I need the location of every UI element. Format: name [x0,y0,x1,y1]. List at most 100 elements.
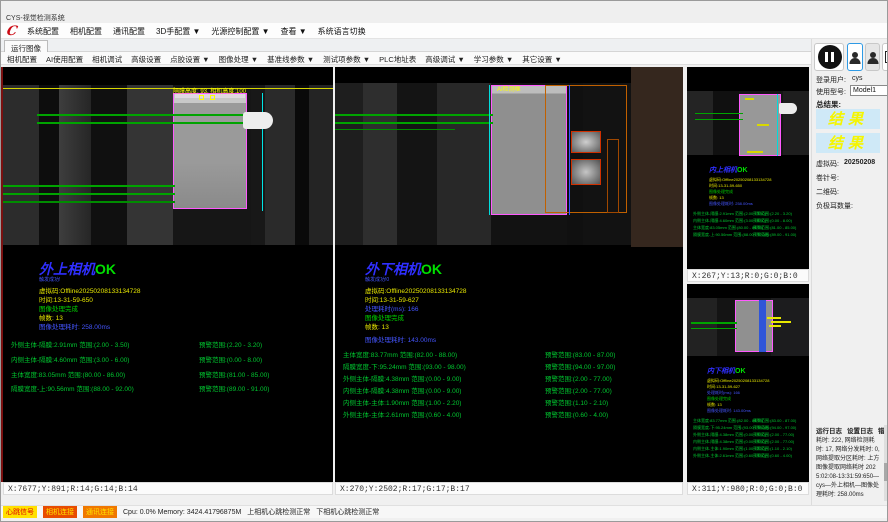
tab-run-log[interactable]: 运行日志 [816,425,842,435]
negative-tab-count-label: 负极耳数量: [816,201,853,211]
measure-line-green [37,122,267,124]
marker-dash-yellow [771,321,791,323]
tool-image-processing[interactable]: 图像处理 ▼ [219,54,259,65]
measure-warn-range: 预警范围:(89.00 - 91.00) [753,232,796,238]
log-output: 耗时: 222, 网络检测耗时: 17, 网络分发耗时: 0, 网络提取分区耗时… [816,437,880,500]
clamp-arm [243,112,273,129]
measure-value: 隔膜宽度-下:95.24mm 范围:(93.00 - 98.00) [343,361,466,371]
measure-warn-range: 预警范围:(2.20 - 3.20) [753,211,792,217]
trigger-status: 触发成功!0 [365,276,389,283]
tool-advanced-settings[interactable]: 高级设置 [131,54,161,65]
measure-value: 内侧主体-隔膜:4.38mm 范围:(0.00 - 9.00) [343,385,461,395]
log-scrollbar[interactable] [884,425,887,501]
machinery-column [335,83,363,245]
pixel-coords-bar: X:267;Y:13;R:0;G:0;B:0 [687,269,809,282]
pixel-coords-bar: X:7677;Y:891;R:14;G:14;B:14 [3,482,333,495]
measure-warn-range: 预警范围:(1.10 - 2.10) [753,446,792,452]
measure-warn-range: 预警范围:(0.60 - 4.00) [753,453,792,459]
machinery-column [3,85,39,245]
measure-warn-range: 预警范围:(2.20 - 3.20) [199,339,262,349]
measure-line-green [3,201,175,203]
measure-value: 外侧主体-隔膜:2.91mm 范围:(2.00 - 3.50) [11,339,129,349]
camera-name: 内下相机 [707,366,735,375]
exit-button[interactable]: → [882,43,888,71]
model-select[interactable]: Model1 [850,85,888,96]
cell-region [735,300,773,352]
tool-learn-params[interactable]: 学习参数 ▼ [474,54,514,65]
marker-box-yellow [210,95,215,100]
measure-warn-range: 预警范围:(2.00 - 77.00) [753,432,794,438]
machinery-column [127,85,173,245]
login-user-button[interactable] [847,43,863,71]
edge-line-blue [569,85,570,215]
log-tab-strip: 运行日志 设置日志 错误日志 [816,425,888,435]
machinery-column [783,91,809,155]
camera-status-ok: OK [737,167,748,174]
measure-warn-range: 预警范围:(83.00 - 87.00) [545,349,615,359]
tool-test-params[interactable]: 测试项参数 ▼ [323,54,370,65]
machinery-column [437,83,491,245]
camera-view-inner-upper[interactable]: 内上相机OK 虚拟码:Offline20250208133134728 时间:1… [687,67,809,269]
measure-line-green [691,328,737,329]
tool-glue-settings[interactable]: 点胶设置 ▼ [170,54,210,65]
winding-pin-label: 卷针号: [816,173,839,183]
measure-line-green [691,322,737,324]
tool-camera-config[interactable]: 相机配置 [7,54,37,65]
measure-line-green [3,185,175,187]
user-icon [867,52,879,64]
clamp-arm [779,103,797,114]
tool-camera-debug[interactable]: 相机调试 [92,54,122,65]
menu-item-language[interactable]: 系统语言切换 [318,26,366,37]
trigger-status: 触发成功! [39,276,60,283]
reference-line-yellow [3,88,333,89]
measure-value: 隔膜宽度-上:90.56mm 范围:(88.00 - 92.00) [11,383,134,393]
pause-button[interactable] [814,43,844,71]
tab-feature-box [571,159,601,185]
machinery-column [309,85,333,245]
tab-settings-log[interactable]: 设置日志 [847,425,873,435]
model-label: 使用型号: [816,87,846,97]
machinery-column [265,85,295,245]
camera-title: 内上相机OK [709,165,748,175]
menu-item-3d-config[interactable]: 3D手配置 ▼ [156,26,200,37]
tab-run-image[interactable]: 运行图像 [4,40,48,52]
app-logo-icon: C [6,24,23,38]
menu-item-comm-config[interactable]: 通讯配置 [113,26,145,37]
log-scrollbar-thumb[interactable] [884,463,887,481]
measure-warn-range: 预警范围:(0.00 - 8.00) [753,218,792,224]
tool-baseline-params[interactable]: 基准线参数 ▼ [267,54,314,65]
marker-dash-yellow [767,317,781,319]
camera-view-outer-lower[interactable]: AI检测框 外下相机OK 触发成功!0 虚拟码:Offline202502081… [335,67,683,482]
marker-box-yellow [199,95,204,100]
tool-advanced-debug[interactable]: 高级调试 ▼ [425,54,465,65]
heartbeat-badge: 心跳信号 [3,506,37,518]
tool-plc-address[interactable]: PLC地址表 [379,54,416,65]
measure-value: 内侧主体-主体:1.90mm 范围:(1.00 - 2.20) [343,397,461,407]
user-icon [849,52,861,64]
height-annotation: 隔膜高度: 93. 相机高度:100 [173,86,246,95]
tool-bar: 相机配置 AI使用配置 相机调试 高级设置 点胶设置 ▼ 图像处理 ▼ 基准线参… [1,52,888,65]
tool-other-settings[interactable]: 其它设置 ▼ [522,54,562,65]
tool-ai-config[interactable]: AI使用配置 [46,54,83,65]
marker-dash-yellow [745,98,754,100]
edge-line-cyan [777,94,778,156]
camera-status-ok: OK [95,261,116,277]
camera-view-outer-upper[interactable]: 隔膜高度: 93. 相机高度:100 外上相机OK 触发成功! 虚拟码:Offl… [3,67,333,482]
menu-item-system-config[interactable]: 系统配置 [27,26,59,37]
tab-feature-box [571,131,601,153]
menu-item-camera-config[interactable]: 相机配置 [70,26,102,37]
menu-item-view[interactable]: 查看 ▼ [281,26,307,37]
menu-item-light-config[interactable]: 光源控制配置 ▼ [211,26,269,37]
camera-title: 内下相机OK [707,366,746,376]
machinery-column [59,85,91,245]
camera-panel-outer-upper: 隔膜高度: 93. 相机高度:100 外上相机OK 触发成功! 虚拟码:Offl… [3,67,333,495]
result-display-lower: 结果 [816,133,880,153]
pixel-coords-bar: X:311;Y:980;R:0;G:0;B:0 [687,482,809,495]
machinery-column [713,91,739,155]
user-switch-button[interactable] [865,43,880,71]
camera-view-inner-lower[interactable]: 内下相机OK 虚拟码:Offline20250208133134728 时间:1… [687,284,809,482]
info-process-time: 图像处理耗时: 258.00ms [709,201,753,207]
measure-warn-range: 预警范围:(2.00 - 77.00) [545,373,612,383]
measure-line-green [695,113,743,114]
measure-warn-range: 预警范围:(81.00 - 85.00) [753,225,796,231]
